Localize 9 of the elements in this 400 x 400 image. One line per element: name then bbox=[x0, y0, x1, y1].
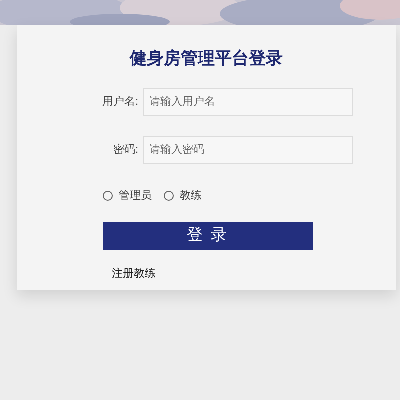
role-radio[interactable]: 管理员 bbox=[103, 188, 152, 204]
login-title: 健身房管理平台登录 bbox=[130, 48, 283, 70]
field-label: 用户名: bbox=[101, 94, 140, 110]
login-button[interactable]: 登 录 bbox=[103, 222, 313, 250]
register-link[interactable]: 注册教练 bbox=[112, 266, 156, 282]
field-label: 密码: bbox=[112, 142, 140, 158]
role-radio[interactable]: 教练 bbox=[164, 188, 202, 204]
input-field[interactable]: 请输入密码 bbox=[142, 136, 352, 164]
input-field[interactable]: 请输入用户名 bbox=[142, 88, 352, 116]
